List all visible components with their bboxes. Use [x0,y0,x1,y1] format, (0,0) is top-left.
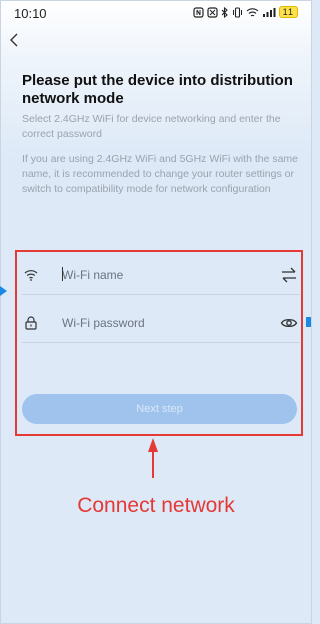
signal-icon [262,7,276,17]
wifi-name-input[interactable] [62,264,262,286]
next-step-button[interactable]: Next step [22,394,297,424]
status-time: 10:10 [14,6,47,21]
instruction-text-2: If you are using 2.4GHz WiFi and 5GHz Wi… [22,153,299,195]
wifi-status-icon [246,7,259,16]
wifi-password-input[interactable] [62,312,262,334]
mute-icon [207,6,218,18]
back-button[interactable] [8,32,28,52]
status-icons: 11 [193,6,298,18]
page-title: Please put the device into distribution … [22,72,293,107]
switch-arrows-icon[interactable] [280,266,298,284]
wifi-password-field[interactable] [22,306,300,343]
bluetooth-icon [221,6,228,18]
left-marker-icon [0,286,7,296]
wifi-icon [24,270,38,281]
wifi-name-field[interactable] [22,258,300,295]
vibrate-icon [232,6,242,18]
annotation-label: Connect network [77,494,235,517]
status-bar: 10:10 11 [0,0,312,26]
eye-icon[interactable] [280,314,298,332]
lock-icon [25,316,37,330]
right-marker [306,317,311,327]
battery-icon: 11 [278,6,298,18]
nfc-icon [193,6,204,18]
text-cursor [62,267,63,281]
instruction-text-1: Select 2.4GHz WiFi for device networking… [22,113,281,140]
chevron-left-icon [10,33,18,47]
